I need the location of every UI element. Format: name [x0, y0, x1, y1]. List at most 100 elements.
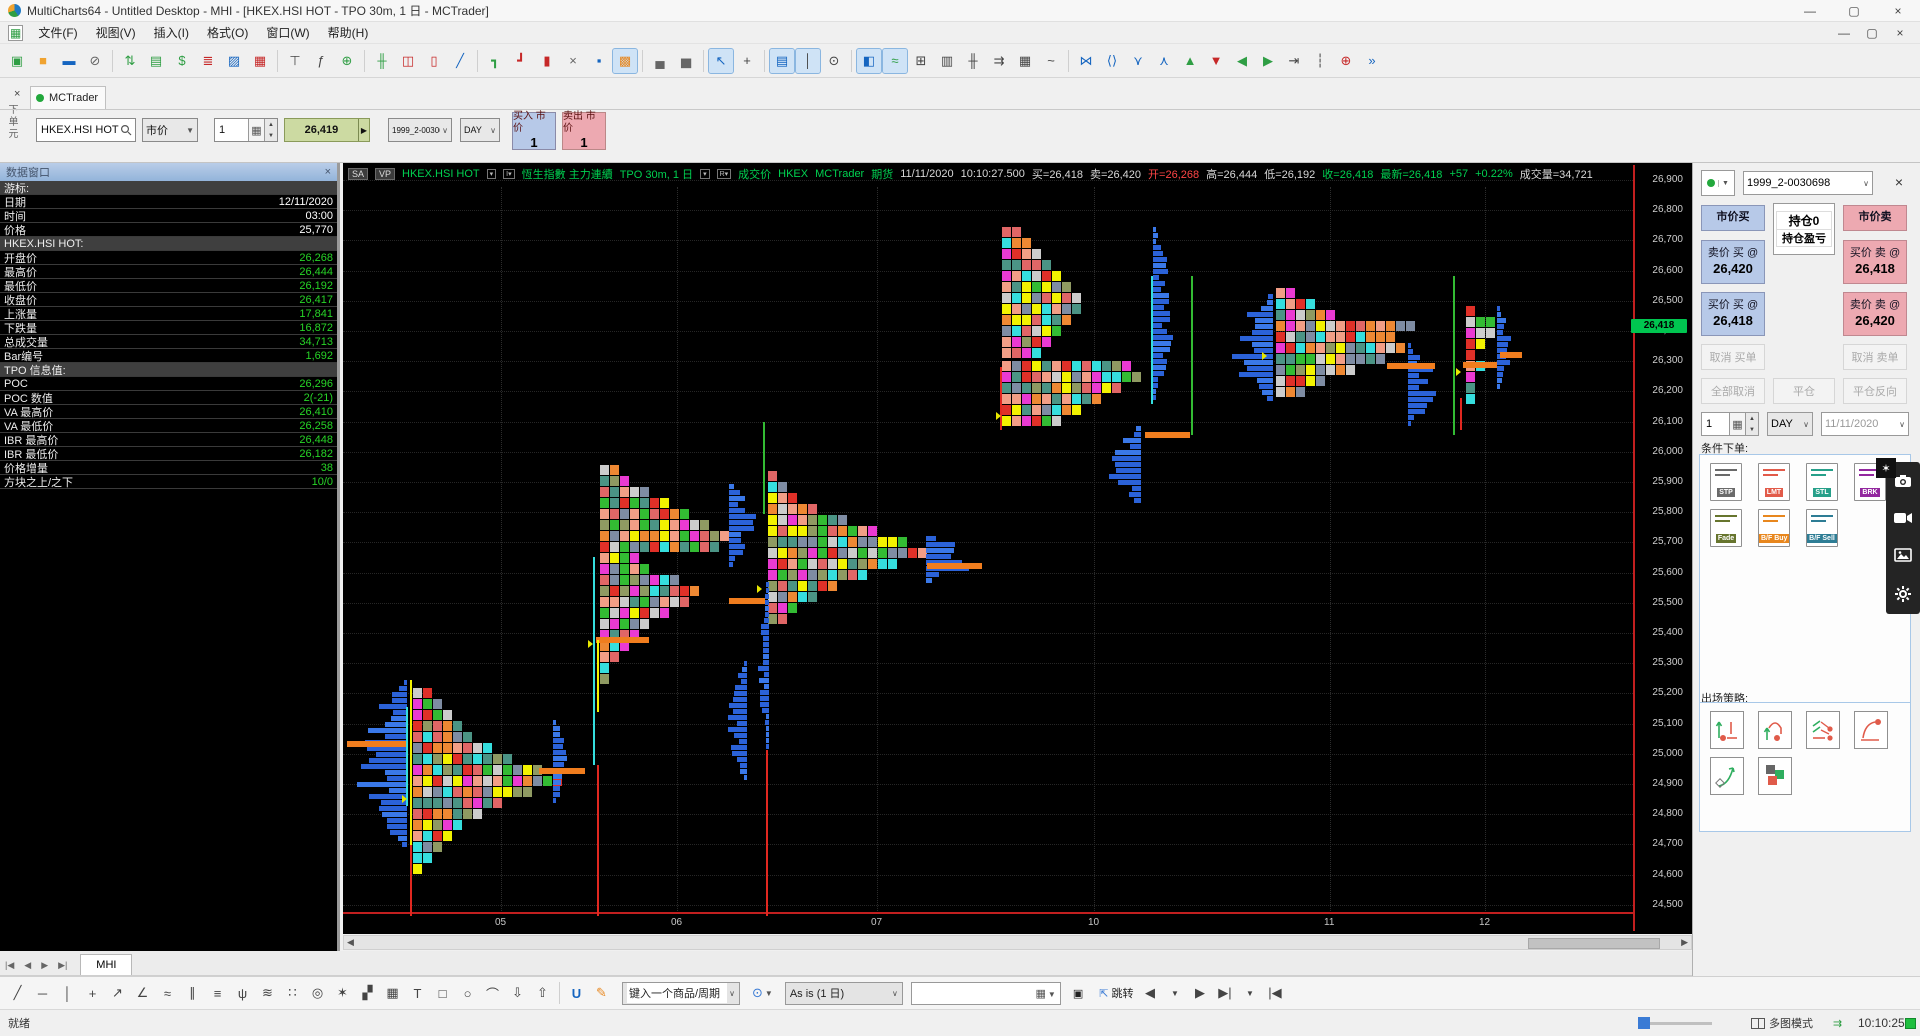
- multi-chart-mode-button[interactable]: 多图模式: [1751, 1015, 1813, 1031]
- cursor-pointer-icon[interactable]: ↖: [708, 47, 734, 74]
- zoom-slider[interactable]: [1638, 1017, 1712, 1029]
- cancel-all-button[interactable]: 全部取消: [1701, 378, 1765, 404]
- new-chart-icon[interactable]: ▣: [5, 49, 29, 73]
- child-minimize-button[interactable]: —: [1830, 24, 1858, 42]
- tif-select[interactable]: DAY ∨: [460, 118, 500, 142]
- order-grid-icon[interactable]: ▦: [1013, 49, 1037, 73]
- workspace-style-icon[interactable]: ■: [31, 49, 55, 73]
- scroll-right-icon[interactable]: ▶: [1256, 49, 1280, 73]
- header-badge[interactable]: VP: [375, 168, 396, 180]
- sell-at-bid-button[interactable]: 买价 卖 @26,418: [1843, 240, 1907, 284]
- arc-tool-icon[interactable]: ⌒: [480, 981, 505, 1005]
- magnet-mode-icon[interactable]: U: [564, 981, 589, 1005]
- next-tab-icon[interactable]: ▶: [36, 960, 53, 975]
- pan-mode-icon[interactable]: ⇉: [1833, 1017, 1842, 1030]
- polyline-icon[interactable]: ≈: [155, 981, 180, 1005]
- first-tab-icon[interactable]: |◀: [0, 960, 19, 975]
- buy-market-button[interactable]: 市价买: [1701, 205, 1765, 231]
- trailing-stop-icon[interactable]: [1758, 711, 1792, 749]
- cond-order-lmt-icon[interactable]: LMT: [1758, 463, 1790, 501]
- chart-type-candles-icon[interactable]: ◫: [396, 49, 420, 73]
- series-select[interactable]: 键入一个商品/周期 ∨: [622, 981, 740, 1005]
- equivolume-icon[interactable]: ▄: [648, 49, 672, 73]
- scroll-right-icon[interactable]: ▶: [1681, 937, 1688, 948]
- minimize-button[interactable]: —: [1788, 0, 1832, 21]
- data-window-titlebar[interactable]: 数据窗口 ×: [0, 163, 337, 181]
- new-window-icon[interactable]: ▬: [57, 49, 81, 73]
- expand-bars-icon[interactable]: ⟨⟩: [1100, 49, 1124, 73]
- grid-tool-icon[interactable]: ▦: [380, 981, 405, 1005]
- sell-at-ask-button[interactable]: 卖价 卖 @26,420: [1843, 292, 1907, 336]
- header-dropdown-icon[interactable]: ▾: [486, 169, 497, 179]
- cond-order-stl-icon[interactable]: STL: [1806, 463, 1838, 501]
- ellipse-tool-icon[interactable]: ○: [455, 981, 480, 1005]
- expand-scale-icon[interactable]: ⋏: [1152, 49, 1176, 73]
- insert-instrument-icon[interactable]: ⊤: [283, 49, 307, 73]
- freehand-draw-icon[interactable]: ✎: [589, 981, 614, 1005]
- compress-bars-icon[interactable]: ⋈: [1074, 49, 1098, 73]
- panel-tif-select[interactable]: DAY ∨: [1767, 412, 1813, 436]
- account-select[interactable]: 1999_2-0030698∨: [388, 118, 452, 142]
- header-dropdown-icon[interactable]: ▾: [700, 169, 710, 179]
- style-renko-icon[interactable]: ▮: [535, 49, 559, 73]
- jump-button[interactable]: ⇱ 跳转: [1095, 982, 1137, 1005]
- order-type-select[interactable]: 市价 ▼: [142, 118, 198, 142]
- image-gallery-icon[interactable]: [1894, 548, 1912, 562]
- title-bar[interactable]: MultiCharts64 - Untitled Desktop - MHI -…: [0, 0, 1920, 22]
- more-tools-icon[interactable]: »: [1360, 49, 1384, 73]
- scale-out-icon[interactable]: [1806, 711, 1840, 749]
- chart-trading-panel-icon[interactable]: ◧: [856, 47, 882, 74]
- asis-resolution-select[interactable]: As is (1 日) ∨: [784, 981, 903, 1005]
- format-scaling-icon[interactable]: ▦: [248, 49, 272, 73]
- pointer-sync-icon[interactable]: ┆: [1308, 49, 1332, 73]
- last-tab-icon[interactable]: ▶|: [53, 960, 72, 975]
- chart-horizontal-scrollbar[interactable]: ◀ ▶: [343, 935, 1692, 950]
- sell-market-button[interactable]: 卖出 市价 1: [562, 111, 606, 150]
- go-last-bar-icon[interactable]: ⇥: [1282, 49, 1306, 73]
- playback-mode-icon[interactable]: ▼: [1237, 981, 1262, 1005]
- header-dropdown-icon[interactable]: I▾: [503, 169, 515, 179]
- equity-curve-icon[interactable]: ~: [1039, 49, 1063, 73]
- connection-split-button[interactable]: ▼: [1701, 170, 1735, 196]
- quantity-stepper[interactable]: 1 ▦ ▲ ▼: [214, 118, 278, 142]
- menu-f[interactable]: 文件(F): [29, 22, 86, 44]
- cancel-buy-orders-button[interactable]: 取消 买单: [1701, 344, 1765, 370]
- oco-orders-icon[interactable]: ⊞: [909, 49, 933, 73]
- fib-retracement-icon[interactable]: ≋: [255, 981, 280, 1005]
- price-arrow-icon[interactable]: ▶: [357, 119, 369, 141]
- format-study-icon[interactable]: ▤: [144, 49, 168, 73]
- session-clock-button[interactable]: ⊙ ▼: [748, 982, 777, 1005]
- angle-line-icon[interactable]: ∠: [130, 981, 155, 1005]
- fib-circles-icon[interactable]: ◎: [305, 981, 330, 1005]
- compress-scale-icon[interactable]: ⋎: [1126, 49, 1150, 73]
- header-dropdown-icon[interactable]: R▾: [716, 169, 732, 179]
- mini-trade-bar-icon[interactable]: ≈: [882, 47, 908, 74]
- grid-dropdown-icon[interactable]: ▦ ▼: [1036, 987, 1056, 1000]
- gear-icon[interactable]: [1895, 586, 1911, 602]
- cancel-sell-orders-button[interactable]: 取消 卖单: [1843, 344, 1907, 370]
- style-kagi-icon[interactable]: ┛: [509, 49, 533, 73]
- maximize-button[interactable]: ▢: [1832, 0, 1876, 21]
- pitchfork-icon[interactable]: ψ: [230, 981, 255, 1005]
- point-and-figure-icon[interactable]: ×: [561, 49, 585, 73]
- chart-type-line-icon[interactable]: ╱: [448, 49, 472, 73]
- playback-step-icon[interactable]: ▶|: [1212, 981, 1237, 1005]
- scroll-up-icon[interactable]: ▲: [1178, 49, 1202, 73]
- child-restore-button[interactable]: ▢: [1858, 24, 1886, 42]
- insert-strategy-icon[interactable]: ⊕: [335, 49, 359, 73]
- playback-speed-icon[interactable]: ▼: [1162, 981, 1187, 1005]
- stop-and-target-icon[interactable]: [1710, 711, 1744, 749]
- playback-prev-icon[interactable]: ◀: [1137, 981, 1162, 1005]
- panel-close-icon[interactable]: ×: [1889, 172, 1909, 192]
- tpo-profile-icon[interactable]: ▩: [612, 47, 638, 74]
- trendline-icon[interactable]: ╱: [5, 981, 30, 1005]
- scroll-left-icon[interactable]: ◀: [347, 937, 354, 948]
- playback-start-icon[interactable]: |◀: [1262, 981, 1287, 1005]
- text-annotation-icon[interactable]: ▤: [769, 47, 795, 74]
- menu-i[interactable]: 插入(I): [145, 22, 198, 44]
- equidistant-channel-icon[interactable]: ≡: [205, 981, 230, 1005]
- cond-order-b-f-buy-icon[interactable]: B/F Buy: [1758, 509, 1790, 547]
- quick-search-input[interactable]: ▦ ▼: [910, 981, 1061, 1005]
- vertical-marker-icon[interactable]: │: [795, 47, 821, 74]
- scroll-left-icon[interactable]: ◀: [1230, 49, 1254, 73]
